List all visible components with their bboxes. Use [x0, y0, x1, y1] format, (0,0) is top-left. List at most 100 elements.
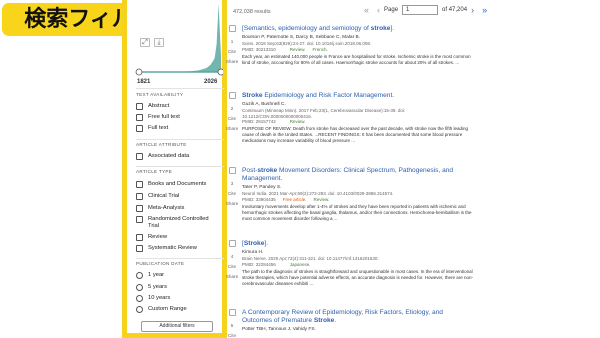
result-snippet: The path to the diagnosis of strokes is …	[242, 268, 474, 286]
divider	[136, 88, 224, 89]
pagination: « ‹ Page 1 of 47,204 › »	[360, 5, 491, 15]
checkbox[interactable]	[136, 205, 143, 212]
text-availability-title: TEXT AVAILABILITY	[136, 92, 184, 97]
result-title-link[interactable]: Post-stroke Movement Disorders: Clinical…	[242, 167, 474, 183]
divider	[136, 166, 224, 167]
filter-5-years[interactable]: 5 years	[136, 284, 224, 291]
publication-date-title: PUBLICATION DATE	[136, 261, 185, 266]
result-pmid: PMID: 33904435	[242, 196, 276, 202]
result-meta: PMID: 30213310 Review. French.	[242, 47, 474, 53]
result-title-link[interactable]: Stroke Epidemiology and Risk Factor Mana…	[242, 92, 474, 100]
article-type-title: ARTICLE TYPE	[136, 169, 173, 174]
checkbox[interactable]	[136, 125, 143, 132]
filter-review[interactable]: Review	[136, 234, 224, 241]
checkbox[interactable]	[136, 245, 143, 252]
article-attribute-title: ARTICLE ATTRIBUTE	[136, 142, 187, 147]
result-number: 4	[230, 254, 234, 259]
result-pmid: PMID: 32284456	[242, 261, 276, 267]
result-body: Post-stroke Movement Disorders: Clinical…	[242, 167, 474, 222]
page-input[interactable]: 1	[402, 5, 439, 15]
last-page-icon[interactable]: »	[482, 5, 487, 15]
result-snippet: PURPOSE OF REVIEW: Death from stroke has…	[242, 126, 469, 144]
share-button[interactable]: Share	[224, 59, 240, 64]
result-number: 1	[230, 39, 234, 44]
filter-books-and-documents[interactable]: Books and Documents	[136, 181, 224, 188]
divider	[136, 139, 224, 140]
checkbox[interactable]	[136, 153, 143, 160]
result-pmid: PMID: 28157742	[242, 119, 276, 124]
result-number: 5	[230, 323, 234, 328]
result-snippet: Each year, an estimated 140,000 people i…	[242, 53, 471, 65]
radio[interactable]	[136, 284, 143, 291]
result-actions: 5CiteShare	[224, 309, 240, 338]
filter-clinical-trial[interactable]: Clinical Trial	[136, 193, 224, 200]
filter-custom-range[interactable]: Custom Range	[136, 306, 224, 313]
filter-randomized-controlled-trial[interactable]: Randomized Controlled Trial	[136, 216, 224, 230]
checkbox[interactable]	[136, 234, 143, 241]
filter-associated-data[interactable]: Associated data	[136, 153, 224, 160]
page-label: Page	[384, 7, 399, 13]
share-button[interactable]: Share	[224, 126, 240, 131]
article-type-tag: Japanese.	[289, 261, 311, 267]
result-meta: PMID: 28157742 Review.	[242, 119, 474, 125]
share-button[interactable]: Share	[224, 201, 240, 206]
cite-button[interactable]: Cite	[224, 49, 240, 54]
filter-systematic-review[interactable]: Systematic Review	[136, 245, 224, 252]
histogram-area	[139, 4, 221, 72]
result-title-link[interactable]: A Contemporary Review of Epidemiology, R…	[242, 309, 474, 325]
cite-button[interactable]: Cite	[224, 264, 240, 269]
share-button[interactable]: Share	[224, 274, 240, 279]
first-page-icon[interactable]: «	[364, 5, 369, 15]
year-slider-end-handle[interactable]	[217, 68, 223, 76]
divider	[136, 258, 224, 259]
additional-filters-button[interactable]: Additional filters	[141, 321, 213, 332]
result-actions: 4 Cite Share	[224, 240, 240, 279]
result-body: Stroke Epidemiology and Risk Factor Mana…	[242, 92, 474, 145]
checkbox[interactable]	[136, 114, 143, 121]
filter-1-year[interactable]: 1 year	[136, 272, 224, 279]
page-total: of 47,204	[442, 7, 468, 13]
result-title-link[interactable]: [Stroke].	[242, 240, 474, 248]
filter-full-text[interactable]: Full text	[136, 125, 224, 132]
checkbox[interactable]	[136, 103, 143, 110]
checkbox[interactable]	[136, 193, 143, 200]
next-page-icon[interactable]: ›	[471, 5, 474, 15]
free-article-badge: Free article.	[282, 196, 307, 202]
checkbox[interactable]	[136, 216, 143, 223]
results-count: 472,038 results	[233, 9, 271, 15]
article-type-tag: Review.	[313, 196, 330, 202]
prev-page-icon[interactable]: ‹	[377, 5, 380, 15]
result-number: 3	[230, 181, 234, 186]
cite-button[interactable]: Cite	[224, 191, 240, 196]
checkbox[interactable]	[136, 181, 143, 188]
year-end-label: 2026	[204, 79, 218, 85]
result-checkbox[interactable]	[228, 167, 236, 174]
result-checkbox[interactable]	[228, 25, 236, 32]
filter-abstract[interactable]: Abstract	[136, 103, 224, 110]
radio[interactable]	[136, 272, 143, 279]
radio[interactable]	[136, 295, 143, 302]
article-type-tag: Review.	[289, 119, 306, 124]
filter-free-full-text[interactable]: Free full text	[136, 114, 224, 121]
result-actions: 1 Cite Share	[224, 25, 240, 64]
result-actions: 3 Cite Share	[224, 167, 240, 206]
result-meta	[242, 333, 474, 338]
result-checkbox[interactable]	[228, 309, 236, 316]
result-checkbox[interactable]	[228, 92, 236, 99]
result-checkbox[interactable]	[228, 240, 236, 247]
cite-button[interactable]: Cite	[224, 116, 240, 121]
result-citation: Continuum (Minneap Minn). 2017 Feb;23(1,…	[242, 108, 406, 119]
result-body: [Stroke]. Kimura H. Brain Nerve. 2020 Apr;…	[242, 240, 474, 287]
year-slider-start-handle[interactable]	[135, 68, 143, 76]
filter-meta-analysis[interactable]: Meta-Analysis	[136, 205, 224, 212]
result-body: A Contemporary Review of Epidemiology, R…	[242, 309, 474, 338]
filter-sidebar: ⤢ ⤓ 1821 2026 TEXT AVAILABILITY Abstract…	[122, 0, 227, 338]
radio[interactable]	[136, 306, 143, 313]
cite-button[interactable]: Cite	[224, 333, 240, 338]
filter-10-years[interactable]: 10 years	[136, 295, 224, 302]
expand-icon[interactable]: ⤢	[140, 38, 150, 47]
download-icon[interactable]: ⤓	[154, 38, 164, 47]
year-start-label: 1821	[137, 79, 151, 85]
result-title-link[interactable]: [Semantics, epidemiology and semiology o…	[242, 25, 474, 33]
result-body: [Semantics, epidemiology and semiology o…	[242, 25, 474, 66]
